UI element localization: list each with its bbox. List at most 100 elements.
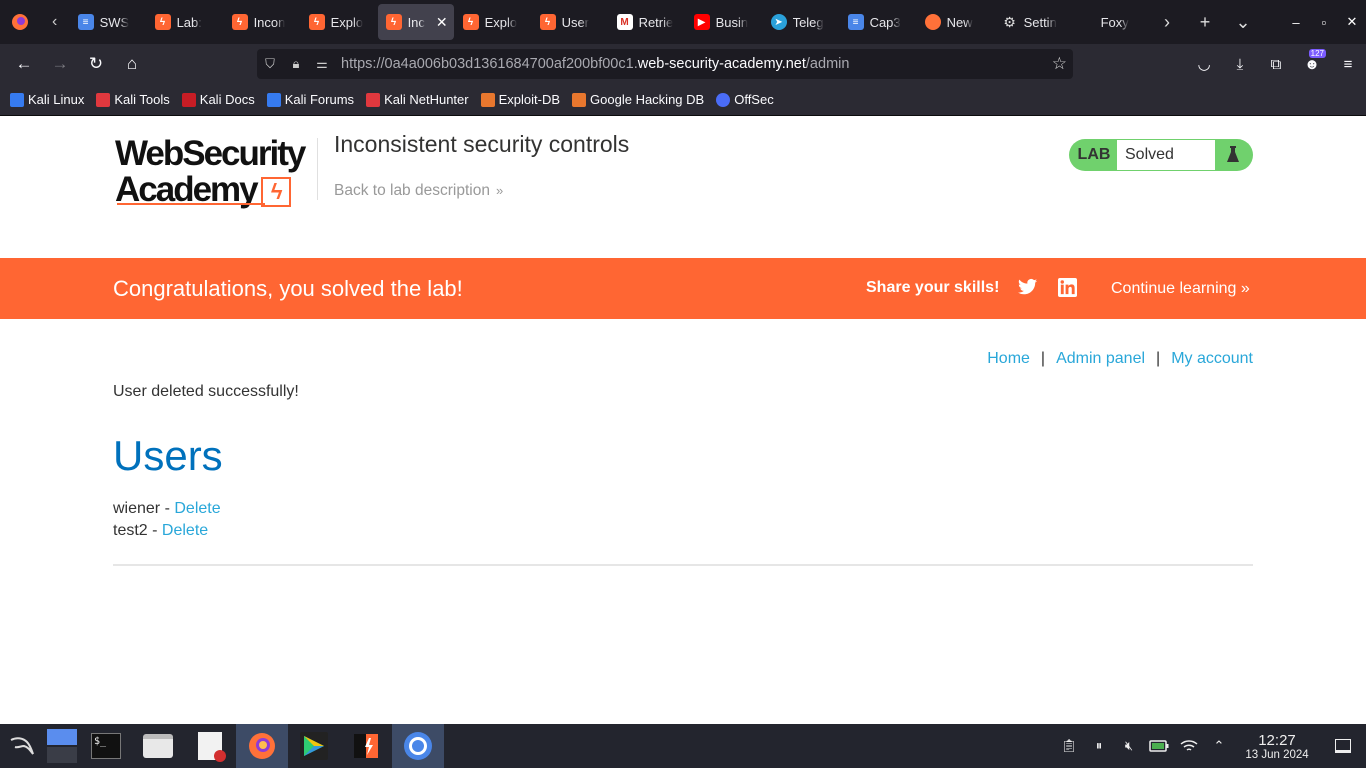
- chromium-icon[interactable]: [392, 724, 444, 768]
- menu-hamburger-icon[interactable]: ≡: [1330, 44, 1366, 84]
- bookmark-label: OffSec: [734, 92, 774, 107]
- flask-icon: [1215, 139, 1251, 171]
- youtube-icon: ▶: [693, 14, 710, 30]
- maximize-icon[interactable]: ▫: [1310, 0, 1338, 44]
- bookmark-google-hacking-db[interactable]: Google Hacking DB: [572, 92, 704, 107]
- tab-title: Explo: [484, 14, 518, 30]
- tab-title: Busin: [715, 14, 749, 30]
- kali-nethunter-icon: [366, 92, 381, 107]
- kali-dragon-icon: [10, 92, 24, 107]
- battery-icon[interactable]: [1144, 724, 1174, 768]
- back-arrow-icon[interactable]: ←: [6, 44, 42, 84]
- bookmark-kali-forums[interactable]: Kali Forums: [266, 92, 354, 107]
- reload-icon[interactable]: ↻: [78, 44, 114, 84]
- toolbar-right: ◡ ⤓ ⧉ ☻ 127 ≡: [1186, 44, 1366, 84]
- burp-suite-icon[interactable]: [340, 724, 392, 768]
- bookmark-star-icon[interactable]: ☆: [1052, 54, 1067, 74]
- firefox-view-icon[interactable]: [0, 0, 40, 44]
- new-tab-icon[interactable]: +: [1186, 0, 1224, 44]
- firefox-taskbar-icon[interactable]: [236, 724, 288, 768]
- clipboard-icon[interactable]: 📋︎: [1054, 724, 1084, 768]
- tab-lab[interactable]: ϟ Lab:: [147, 4, 223, 40]
- forward-arrow-icon[interactable]: →: [42, 44, 78, 84]
- url-text[interactable]: https://0a4a006b03d1361684700af200bf00c1…: [341, 56, 849, 72]
- tab-sws[interactable]: ≡ SWS: [70, 4, 146, 40]
- close-window-icon[interactable]: ✕: [1338, 0, 1366, 44]
- wifi-icon[interactable]: [1174, 724, 1204, 768]
- my-account-link[interactable]: My account: [1171, 350, 1253, 368]
- bookmark-kali-nethunter[interactable]: Kali NetHunter: [366, 92, 469, 107]
- separator: -: [160, 500, 175, 517]
- bookmark-label: Exploit-DB: [498, 92, 561, 107]
- portswigger-icon: ϟ: [231, 14, 248, 30]
- url-host: web-security-academy.net: [637, 56, 806, 72]
- tab-incon[interactable]: ϟ Incon: [224, 4, 300, 40]
- portswigger-icon: ϟ: [385, 14, 402, 30]
- pocket-icon[interactable]: ◡: [1186, 44, 1222, 84]
- back-to-lab-description-link[interactable]: Back to lab description »: [334, 182, 503, 200]
- url-bar[interactable]: ⛉ 🔒︎ ⚌ https://0a4a006b03d1361684700af20…: [257, 49, 1073, 79]
- tab-active[interactable]: ϟ Inc ✕: [377, 4, 454, 40]
- clock[interactable]: 12:27 13 Jun 2024: [1234, 732, 1320, 761]
- bookmark-kali-docs[interactable]: Kali Docs: [181, 92, 255, 107]
- delete-user-link[interactable]: Delete: [162, 522, 208, 539]
- lock-icon[interactable]: 🔒︎: [283, 49, 309, 79]
- tab-explo-1[interactable]: ϟ Explo: [301, 4, 377, 40]
- admin-panel-link[interactable]: Admin panel: [1056, 350, 1145, 368]
- tab-list-chevron-down-icon[interactable]: ⌄: [1224, 0, 1262, 44]
- tab-scroll-left-icon[interactable]: ‹: [40, 0, 70, 44]
- bookmark-exploit-db[interactable]: Exploit-DB: [480, 92, 561, 107]
- url-path: /admin: [805, 56, 850, 72]
- congrats-message: Congratulations, you solved the lab!: [113, 276, 463, 301]
- workspace-switcher-icon[interactable]: [44, 724, 80, 768]
- tab-youtube[interactable]: ▶ Busin: [686, 4, 762, 40]
- tab-title: Retrie: [638, 14, 674, 30]
- continue-learning-link[interactable]: Continue learning »: [1111, 280, 1250, 298]
- user-row: test2 - Delete: [113, 522, 208, 540]
- tab-user[interactable]: ϟ User: [532, 4, 608, 40]
- tab-scroll-right-icon[interactable]: ›: [1148, 0, 1186, 44]
- tab-explo-2[interactable]: ϟ Explo: [455, 4, 531, 40]
- extensions-icon[interactable]: ⧉: [1258, 44, 1294, 84]
- download-icon[interactable]: ⤓: [1222, 44, 1258, 84]
- web-security-academy-logo[interactable]: WebSecurity Academy ϟ: [115, 136, 315, 208]
- double-chevron-right-icon: »: [1240, 280, 1250, 297]
- shield-icon[interactable]: ⛉: [257, 49, 283, 79]
- text-editor-icon[interactable]: [184, 724, 236, 768]
- file-manager-icon[interactable]: [132, 724, 184, 768]
- os-taskbar: $_ 📋︎ ⏸︎ 🔇︎ ⌃ 12:27 13 Jun 2024: [0, 724, 1366, 768]
- permissions-icon[interactable]: ⚌: [309, 49, 335, 79]
- home-icon[interactable]: ⌂: [114, 44, 150, 84]
- tab-new[interactable]: New: [917, 4, 993, 40]
- tab-cap3[interactable]: ≡ Cap3: [840, 4, 916, 40]
- volume-muted-icon[interactable]: 🔇︎: [1114, 724, 1144, 768]
- tab-foxy[interactable]: Foxy: [1071, 4, 1147, 40]
- bookmark-kali-linux[interactable]: Kali Linux: [10, 92, 84, 107]
- app-launcher-icon[interactable]: [288, 724, 340, 768]
- tab-title: Cap3: [869, 14, 901, 30]
- home-link[interactable]: Home: [987, 350, 1030, 368]
- tab-settings[interactable]: ⚙ Settin: [994, 4, 1070, 40]
- twitter-icon[interactable]: [1018, 278, 1038, 301]
- show-desktop-icon[interactable]: [1320, 724, 1366, 768]
- username: test2: [113, 522, 148, 539]
- minimize-icon[interactable]: –: [1282, 0, 1310, 44]
- kali-docs-icon: [181, 92, 196, 107]
- tabbar-controls: › + ⌄ – ▫ ✕: [1148, 0, 1366, 44]
- chevron-up-icon[interactable]: ⌃: [1204, 724, 1234, 768]
- media-pause-icon[interactable]: ⏸︎: [1084, 724, 1114, 768]
- terminal-icon[interactable]: $_: [80, 724, 132, 768]
- logo-line-1: WebSecurity: [115, 134, 306, 173]
- kali-menu-icon[interactable]: [0, 724, 44, 768]
- linkedin-icon[interactable]: [1058, 278, 1077, 302]
- extension-badge-icon[interactable]: ☻ 127: [1294, 44, 1330, 84]
- bookmark-kali-tools[interactable]: Kali Tools: [96, 92, 170, 107]
- solved-banner: Congratulations, you solved the lab! Sha…: [0, 258, 1366, 319]
- tab-telegram[interactable]: ➤ Teleg: [763, 4, 839, 40]
- tab-gmail[interactable]: M Retrie: [609, 4, 685, 40]
- bookmark-offsec[interactable]: OffSec: [716, 92, 774, 107]
- share-label: Share your skills!: [866, 279, 1000, 296]
- bookmark-label: Kali NetHunter: [384, 92, 469, 107]
- delete-user-link[interactable]: Delete: [174, 500, 220, 517]
- close-tab-icon[interactable]: ✕: [436, 14, 448, 31]
